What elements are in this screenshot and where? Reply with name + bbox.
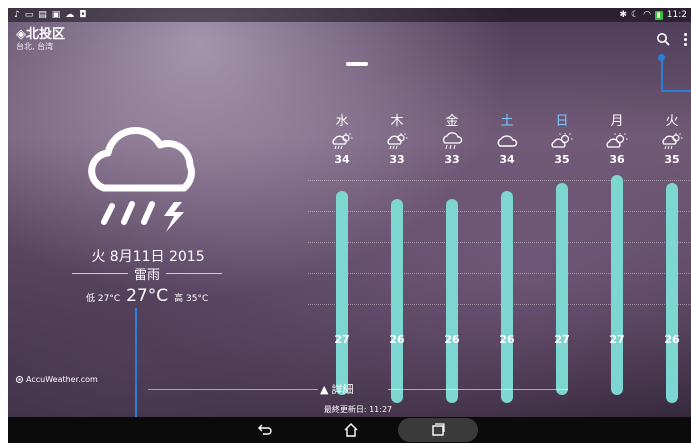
sun-rain-icon <box>660 132 684 150</box>
top-actions <box>656 32 691 46</box>
accuweather-logo-icon <box>16 376 23 383</box>
high-temp: 高 35°C <box>174 294 209 304</box>
forecast-temp-bar <box>556 182 568 395</box>
battery-icon: ▮ <box>654 10 663 20</box>
moon-icon: ☾ <box>630 10 640 20</box>
location-block[interactable]: ◈北投区 台北, 台湾 <box>16 27 65 52</box>
details-button[interactable]: ▲ 詳細 <box>320 381 353 397</box>
store-icon: ◘ <box>79 10 87 20</box>
grid-line <box>308 211 691 212</box>
search-icon[interactable] <box>656 32 670 46</box>
forecast-temp-bar <box>611 174 623 395</box>
recent-apps-icon[interactable] <box>428 420 448 440</box>
overflow-menu-icon[interactable] <box>684 32 691 46</box>
music-icon: ♪ <box>14 10 20 20</box>
forecast-temp-bar <box>391 198 403 403</box>
forecast-day-label: 日 <box>555 114 569 129</box>
callout-line <box>661 90 691 92</box>
bluetooth-icon: ✱ <box>619 10 627 20</box>
forecast-low-temp: 26 <box>444 333 460 346</box>
sun-rain-icon <box>385 132 409 150</box>
attribution-text: AccuWeather.com <box>26 375 98 384</box>
forecast-high-temp: 33 <box>444 153 460 166</box>
forecast-low-temp: 27 <box>554 333 570 346</box>
location-pin-icon: ◈ <box>16 27 26 42</box>
forecast-temp-bar <box>446 198 458 403</box>
forecast-low-temp: 26 <box>664 333 680 346</box>
weather-app-screen: ♪ ▭ ▤ ▣ ☁ ◘ ✱ ☾ ◠ ▮ 11:2 ◈北投区 台北, 台湾 火 8… <box>8 8 691 443</box>
forecast-low-temp: 27 <box>609 333 625 346</box>
forecast-low-temp: 27 <box>334 333 350 346</box>
gallery-icon: ▣ <box>51 10 61 20</box>
grid-line <box>308 180 691 181</box>
grid-line <box>308 242 691 243</box>
back-icon[interactable] <box>255 420 275 440</box>
condition-label: 雷雨 <box>134 268 161 283</box>
sun-rain-icon <box>330 132 354 150</box>
forecast-temp-bar <box>501 190 513 403</box>
forecast-day-label: 金 <box>445 114 459 129</box>
condition-row: 雷雨 <box>72 264 223 283</box>
status-bar: ♪ ▭ ▤ ▣ ☁ ◘ ✱ ☾ ◠ ▮ 11:2 <box>8 8 691 22</box>
wifi-icon: ◠ <box>643 10 651 20</box>
forecast-high-temp: 35 <box>664 153 680 166</box>
accuweather-link[interactable]: AccuWeather.com <box>16 375 98 384</box>
triangle-up-icon: ▲ <box>320 382 329 396</box>
forecast-day-label: 水 <box>335 114 349 129</box>
current-date: 火 8月11日 2015 <box>91 249 205 265</box>
divider <box>148 389 318 390</box>
thunderstorm-icon <box>88 126 195 232</box>
temperature-row: 低 27°C 27°C 高 35°C <box>86 286 208 306</box>
details-label: 詳細 <box>331 383 354 396</box>
forecast-high-temp: 33 <box>389 153 405 166</box>
forecast-temp-bar <box>666 182 678 403</box>
sun-cloud-icon <box>605 132 629 150</box>
forecast-high-temp: 35 <box>554 153 570 166</box>
forecast-temp-bar <box>336 190 348 395</box>
forecast-high-temp: 34 <box>499 153 515 166</box>
sun-cloud-icon <box>550 132 574 150</box>
clock-time: 11:2 <box>666 10 687 20</box>
grid-line <box>308 304 691 305</box>
notification-icon: ▤ <box>38 10 47 20</box>
cloud-icon: ☁ <box>65 10 75 20</box>
location-name: 北投区 <box>26 27 66 42</box>
page-indicator <box>346 62 368 66</box>
cloud-rain-icon <box>440 132 464 150</box>
navigation-bar <box>8 417 691 443</box>
forecast-high-temp: 36 <box>609 153 625 166</box>
grid-line <box>308 273 691 274</box>
forecast-high-temp: 34 <box>334 153 350 166</box>
home-icon[interactable] <box>341 420 361 440</box>
forecast-low-temp: 26 <box>389 333 405 346</box>
location-subtitle: 台北, 台湾 <box>16 42 54 51</box>
callout-line <box>661 60 663 92</box>
last-updated: 最終更新日: 11:27 <box>323 405 393 414</box>
forecast-day-label: 月 <box>610 114 624 129</box>
forecast-day-label: 木 <box>390 114 404 129</box>
divider <box>388 389 568 390</box>
forecast-low-temp: 26 <box>499 333 515 346</box>
low-temp: 低 27°C <box>86 294 121 304</box>
message-icon: ▭ <box>24 10 34 20</box>
forecast-day-label: 火 <box>665 114 679 129</box>
current-temp: 27°C <box>126 286 169 306</box>
forecast-day-label: 土 <box>500 114 514 129</box>
cloud-icon <box>495 132 519 150</box>
